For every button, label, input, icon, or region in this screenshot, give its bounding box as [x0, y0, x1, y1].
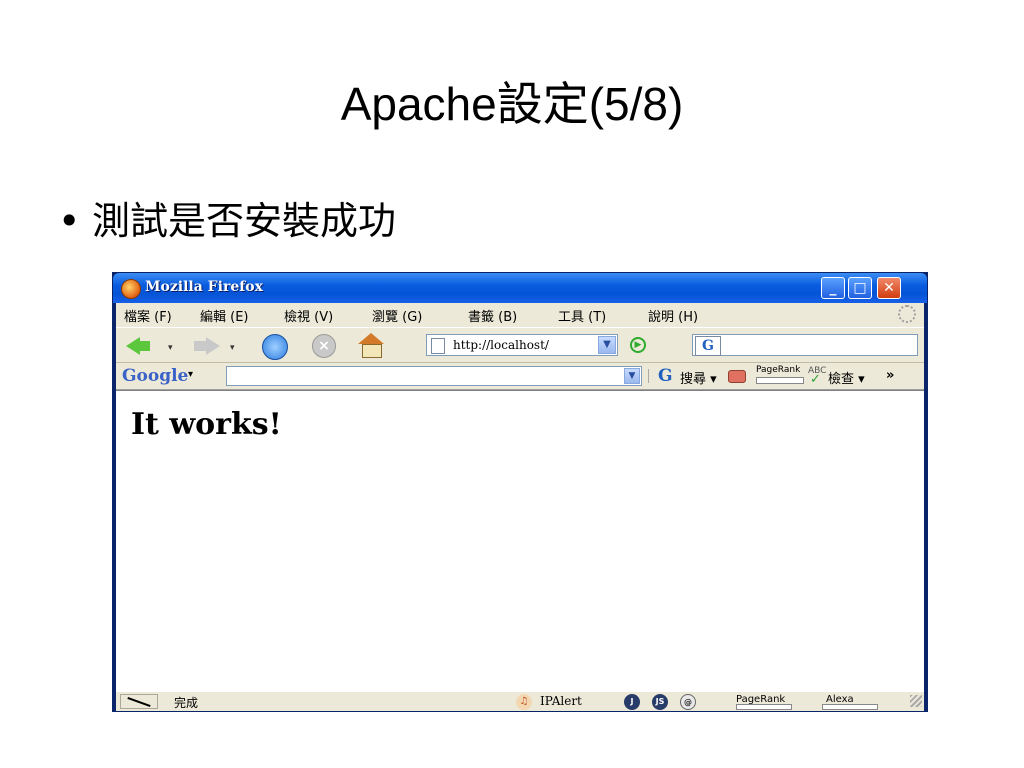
spellcheck-label: 檢查	[828, 372, 855, 387]
forward-history-dropdown[interactable]: ▾	[230, 343, 235, 353]
pagerank-label: PageRank	[756, 365, 801, 375]
home-icon[interactable]	[358, 333, 384, 358]
maximize-icon: □	[853, 280, 867, 296]
maximize-button[interactable]: □	[848, 277, 872, 299]
status-pagerank-bar	[736, 704, 792, 710]
ipalert-label[interactable]: IPAlert	[540, 694, 582, 708]
java-icon[interactable]: J	[624, 694, 640, 710]
toolbar-separator	[648, 369, 655, 383]
google-search-dropdown[interactable]: ▼	[624, 368, 640, 384]
close-button[interactable]: ✕	[877, 277, 901, 299]
status-bar: 完成 ♫ IPAlert J JS @ PageRank Alexa	[116, 691, 924, 711]
title-bar[interactable]: Mozilla Firefox _ □ ✕	[113, 273, 927, 303]
bullet-dot: •	[58, 199, 81, 243]
status-pen-icon	[120, 694, 158, 709]
throbber-icon	[898, 305, 916, 323]
alexa-bar	[822, 704, 878, 710]
toolbar-overflow-button[interactable]: »	[886, 368, 894, 383]
spellcheck-button[interactable]: 檢查 ▾	[828, 368, 865, 387]
page-viewport[interactable]: It works!	[116, 390, 924, 691]
address-text[interactable]: http://localhost/	[453, 338, 549, 352]
address-bar[interactable]: http://localhost/ ▼	[426, 334, 618, 356]
google-toolbar: Google ▾ ▼ G 搜尋 ▾ PageRank ABC ✓ 檢查 ▾ »	[116, 363, 924, 390]
firefox-icon	[121, 279, 141, 299]
spellcheck-icon[interactable]: ✓	[810, 372, 821, 387]
stop-icon[interactable]: ×	[312, 334, 336, 358]
menu-view[interactable]: 檢視 (V)	[284, 306, 333, 325]
go-icon[interactable]: ▶	[630, 337, 646, 353]
home-body	[362, 344, 382, 358]
page-icon	[431, 338, 445, 354]
bullet-item: • 測試是否安裝成功	[58, 190, 396, 245]
minimize-icon: _	[829, 280, 837, 296]
resize-grip-icon[interactable]	[910, 695, 922, 707]
navigation-toolbar: ▾ ▾ × http://localhost/ ▼ ▶ G	[116, 327, 924, 363]
window-title: Mozilla Firefox	[145, 279, 263, 295]
email-at-icon[interactable]: @	[680, 694, 696, 710]
pagerank-bar	[756, 377, 804, 384]
highlight-icon[interactable]	[728, 370, 746, 383]
google-search-icon[interactable]: G	[658, 366, 673, 386]
google-search-label: 搜尋	[680, 372, 707, 387]
forward-button[interactable]	[194, 341, 206, 351]
home-roof	[358, 333, 384, 344]
slide-title: Apache設定(5/8)	[340, 78, 684, 130]
minimize-button[interactable]: _	[821, 277, 845, 299]
window-client: 檔案 (F) 編輯 (E) 檢視 (V) 瀏覽 (G) 書籤 (B) 工具 (T…	[116, 303, 924, 711]
menu-go[interactable]: 瀏覽 (G)	[372, 306, 422, 325]
menu-help[interactable]: 說明 (H)	[648, 306, 698, 325]
page-heading: It works!	[131, 407, 282, 442]
forward-arrow-icon[interactable]	[206, 337, 220, 355]
menu-tools[interactable]: 工具 (T)	[558, 306, 606, 325]
music-note-icon[interactable]: ♫	[516, 694, 532, 710]
google-search-button[interactable]: 搜尋 ▾	[680, 368, 717, 387]
bullet-text: 測試是否安裝成功	[92, 199, 397, 243]
menu-edit[interactable]: 編輯 (E)	[200, 306, 249, 325]
google-menu-dropdown[interactable]: ▾	[188, 369, 193, 380]
javascript-icon[interactable]: JS	[652, 694, 668, 710]
back-button[interactable]	[138, 341, 150, 351]
menu-bookmarks[interactable]: 書籤 (B)	[468, 306, 517, 325]
google-logo[interactable]: Google	[122, 366, 188, 386]
address-dropdown-button[interactable]: ▼	[598, 336, 616, 354]
status-text: 完成	[174, 696, 199, 710]
search-box[interactable]: G	[692, 334, 918, 356]
search-engine-icon[interactable]: G	[695, 336, 721, 356]
google-search-input[interactable]: ▼	[226, 366, 642, 386]
back-history-dropdown[interactable]: ▾	[168, 343, 173, 353]
menu-bar: 檔案 (F) 編輯 (E) 檢視 (V) 瀏覽 (G) 書籤 (B) 工具 (T…	[116, 303, 924, 325]
menu-file[interactable]: 檔案 (F)	[124, 306, 172, 325]
close-icon: ✕	[883, 280, 895, 296]
reload-icon[interactable]	[262, 334, 288, 360]
firefox-window: Mozilla Firefox _ □ ✕ 檔案 (F) 編輯 (E) 檢視 (…	[112, 272, 928, 712]
